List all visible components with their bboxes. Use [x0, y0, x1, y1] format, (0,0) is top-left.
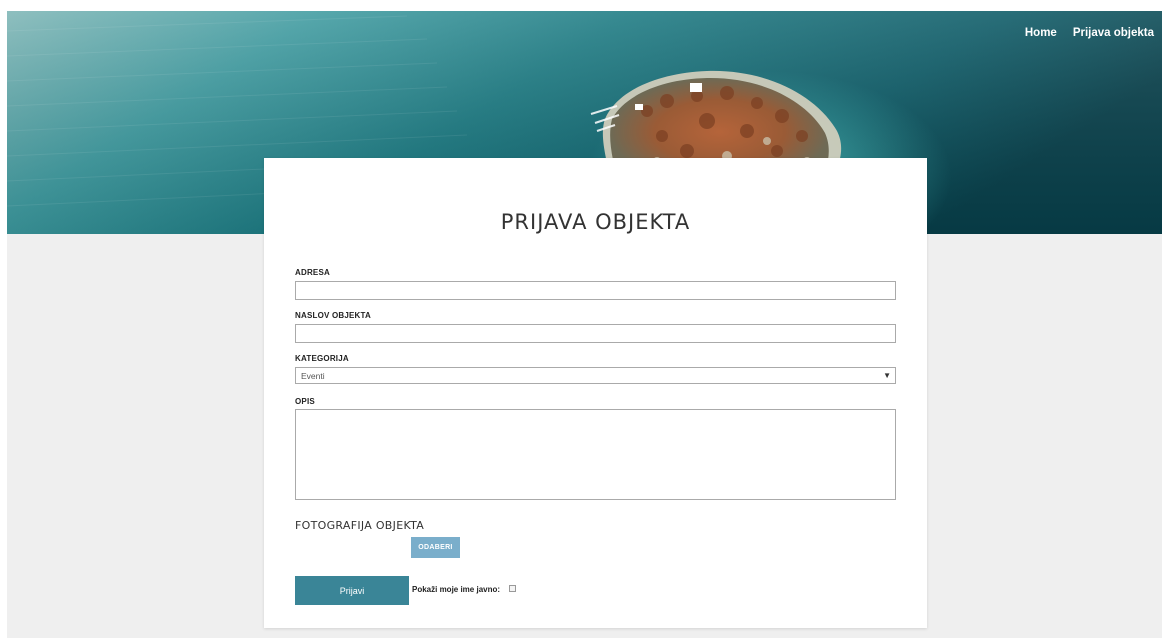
- odaberi-button[interactable]: ODABERI: [411, 537, 460, 558]
- form-card: PRIJAVA OBJEKTA ADRESA NASLOV OBJEKTA KA…: [264, 158, 927, 628]
- opis-label: OPIS: [295, 397, 315, 406]
- nav-prijava-objekta-link[interactable]: Prijava objekta: [1073, 27, 1154, 39]
- fotografija-objekta-label: FOTOGRAFIJA OBJEKTA: [295, 519, 425, 532]
- top-nav: Home Prijava objekta: [1025, 27, 1154, 39]
- naslov-objekta-label: NASLOV OBJEKTA: [295, 311, 371, 320]
- naslov-objekta-input[interactable]: [295, 324, 896, 343]
- opis-textarea[interactable]: [295, 409, 896, 500]
- pokazi-ime-javno-checkbox[interactable]: [509, 585, 516, 592]
- chevron-down-icon: ▼: [883, 371, 891, 380]
- adresa-input[interactable]: [295, 281, 896, 300]
- adresa-label: ADRESA: [295, 268, 330, 277]
- page: Home Prijava objekta PRIJAVA OBJEKTA ADR…: [7, 11, 1162, 638]
- pokazi-ime-javno-label: Pokaži moje ime javno:: [412, 585, 501, 594]
- kategorija-label: KATEGORIJA: [295, 354, 349, 363]
- prijavi-button[interactable]: Prijavi: [295, 576, 409, 605]
- nav-home-link[interactable]: Home: [1025, 27, 1057, 39]
- kategorija-select[interactable]: Eventi ▼: [295, 367, 896, 384]
- form-title: PRIJAVA OBJEKTA: [500, 210, 691, 234]
- kategorija-selected-value: Eventi: [301, 371, 325, 381]
